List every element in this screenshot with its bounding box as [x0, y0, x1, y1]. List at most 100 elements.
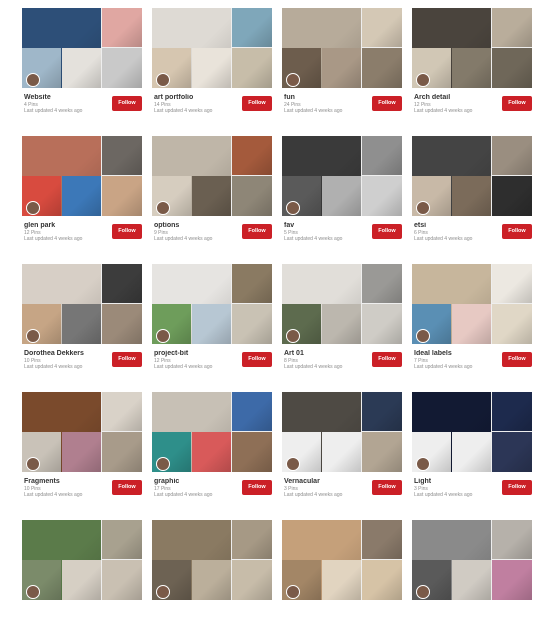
follow-button[interactable]: Follow	[242, 352, 272, 367]
board-title[interactable]: Fragments	[24, 478, 104, 486]
board-cover[interactable]	[152, 520, 272, 600]
board-updated: Last updated 4 weeks ago	[154, 364, 213, 370]
board-card[interactable]: Ideal labels 7 Pins Last updated 4 weeks a…	[412, 264, 532, 384]
board-updated: Last updated 4 weeks ago	[414, 492, 473, 498]
board-card[interactable]	[282, 520, 402, 640]
board-card[interactable]: project-bit 12 Pins Last updated 4 weeks a…	[152, 264, 272, 384]
owner-avatar	[286, 457, 300, 471]
board-title[interactable]: fun	[284, 94, 364, 102]
board-cover[interactable]	[282, 520, 402, 600]
board-title[interactable]: etsi	[414, 222, 494, 230]
board-meta: project-bit 12 Pins Last updated 4 weeks a…	[154, 350, 234, 370]
board-meta: Dorothea Dekkers 10 Pins Last updated 4 we…	[24, 350, 104, 370]
board-card[interactable]: fun 24 Pins Last updated 4 weeks ago Follow	[282, 8, 402, 128]
owner-avatar	[156, 457, 170, 471]
owner-avatar	[416, 73, 430, 87]
board-cover[interactable]	[22, 520, 142, 600]
follow-button[interactable]: Follow	[112, 352, 142, 367]
board-title[interactable]: glen park	[24, 222, 104, 230]
follow-button[interactable]: Follow	[502, 352, 532, 367]
follow-button[interactable]: Follow	[112, 224, 142, 239]
board-title[interactable]: Light	[414, 478, 494, 486]
board-cover[interactable]	[412, 520, 532, 600]
board-cover[interactable]	[412, 392, 532, 472]
board-cover[interactable]	[152, 8, 272, 88]
board-card[interactable]: graphic 17 Pins Last updated 4 weeks ago Fo…	[152, 392, 272, 512]
board-title[interactable]: Dorothea Dekkers	[24, 350, 104, 358]
board-cover-image	[492, 520, 532, 559]
board-title[interactable]: options	[154, 222, 234, 230]
follow-button[interactable]: Follow	[372, 96, 402, 111]
board-card[interactable]	[22, 520, 142, 640]
board-title[interactable]: Art 01	[284, 350, 364, 358]
board-title[interactable]: Arch detail	[414, 94, 494, 102]
follow-button[interactable]: Follow	[112, 96, 142, 111]
board-title[interactable]: art portfolio	[154, 94, 234, 102]
board-card[interactable]: art portfolio 14 Pins Last updated 4 weeks…	[152, 8, 272, 128]
board-cover[interactable]	[152, 136, 272, 216]
board-card[interactable]: Art 01 8 Pins Last updated 4 weeks ago Foll…	[282, 264, 402, 384]
board-cover[interactable]	[282, 8, 402, 88]
follow-button[interactable]: Follow	[242, 96, 272, 111]
board-cover[interactable]	[412, 8, 532, 88]
board-card[interactable]: Fragments 10 Pins Last updated 4 weeks ago…	[22, 392, 142, 512]
board-card[interactable]: fav 5 Pins Last updated 4 weeks ago Follow	[282, 136, 402, 256]
board-cover[interactable]	[152, 264, 272, 344]
board-card[interactable]: options 9 Pins Last updated 4 weeks ago Fol…	[152, 136, 272, 256]
boards-grid: Website 4 Pins Last updated 4 weeks ago Fol…	[0, 0, 536, 600]
board-cover[interactable]	[22, 392, 142, 472]
board-cover[interactable]	[282, 264, 402, 344]
board-title[interactable]: graphic	[154, 478, 234, 486]
board-cover-image	[102, 8, 142, 47]
board-card[interactable]: glen park 12 Pins Last updated 4 weeks ago…	[22, 136, 142, 256]
follow-button[interactable]: Follow	[242, 480, 272, 495]
board-meta: graphic 17 Pins Last updated 4 weeks ago	[154, 478, 234, 498]
board-cover-image	[492, 432, 532, 472]
board-title[interactable]: fav	[284, 222, 364, 230]
board-card[interactable]: etsi 6 Pins Last updated 4 weeks ago Follow	[412, 136, 532, 256]
board-card[interactable]	[412, 520, 532, 640]
board-cover[interactable]	[22, 136, 142, 216]
board-cover-image	[192, 176, 231, 216]
board-updated: Last updated 4 weeks ago	[414, 364, 473, 370]
follow-button[interactable]: Follow	[502, 480, 532, 495]
board-title[interactable]: project-bit	[154, 350, 234, 358]
follow-button[interactable]: Follow	[502, 96, 532, 111]
board-cover[interactable]	[22, 264, 142, 344]
owner-avatar	[156, 73, 170, 87]
board-card[interactable]: Website 4 Pins Last updated 4 weeks ago Fol…	[22, 8, 142, 128]
board-card[interactable]: Dorothea Dekkers 10 Pins Last updated 4 we…	[22, 264, 142, 384]
board-card[interactable]	[152, 520, 272, 640]
board-cover[interactable]	[412, 136, 532, 216]
board-meta: Art 01 8 Pins Last updated 4 weeks ago	[284, 350, 364, 370]
board-updated: Last updated 4 weeks ago	[154, 492, 213, 498]
board-cover-image	[362, 560, 402, 600]
board-cover[interactable]	[152, 392, 272, 472]
follow-button[interactable]: Follow	[242, 224, 272, 239]
board-cover-image	[102, 392, 142, 431]
board-card[interactable]: Vernacular 3 Pins Last updated 4 weeks ago…	[282, 392, 402, 512]
board-cover-image	[102, 136, 142, 175]
follow-button[interactable]: Follow	[112, 480, 142, 495]
owner-avatar	[416, 201, 430, 215]
follow-button[interactable]: Follow	[372, 352, 402, 367]
board-title[interactable]: Vernacular	[284, 478, 364, 486]
board-card[interactable]: Light 3 Pins Last updated 4 weeks ago Follo…	[412, 392, 532, 512]
board-card[interactable]: Arch detail 12 Pins Last updated 4 weeks a…	[412, 8, 532, 128]
board-cover[interactable]	[282, 136, 402, 216]
follow-button[interactable]: Follow	[372, 224, 402, 239]
board-meta: options 9 Pins Last updated 4 weeks ago	[154, 222, 234, 242]
board-meta: fun 24 Pins Last updated 4 weeks ago	[284, 94, 364, 114]
board-cover[interactable]	[22, 8, 142, 88]
owner-avatar	[286, 329, 300, 343]
board-title[interactable]: Website	[24, 94, 104, 102]
follow-button[interactable]: Follow	[502, 224, 532, 239]
board-cover-image	[192, 304, 231, 344]
board-cover[interactable]	[282, 392, 402, 472]
board-updated: Last updated 4 weeks ago	[24, 108, 83, 114]
owner-avatar	[416, 457, 430, 471]
board-meta: Ideal labels 7 Pins Last updated 4 weeks a…	[414, 350, 494, 370]
board-title[interactable]: Ideal labels	[414, 350, 494, 358]
follow-button[interactable]: Follow	[372, 480, 402, 495]
board-cover[interactable]	[412, 264, 532, 344]
